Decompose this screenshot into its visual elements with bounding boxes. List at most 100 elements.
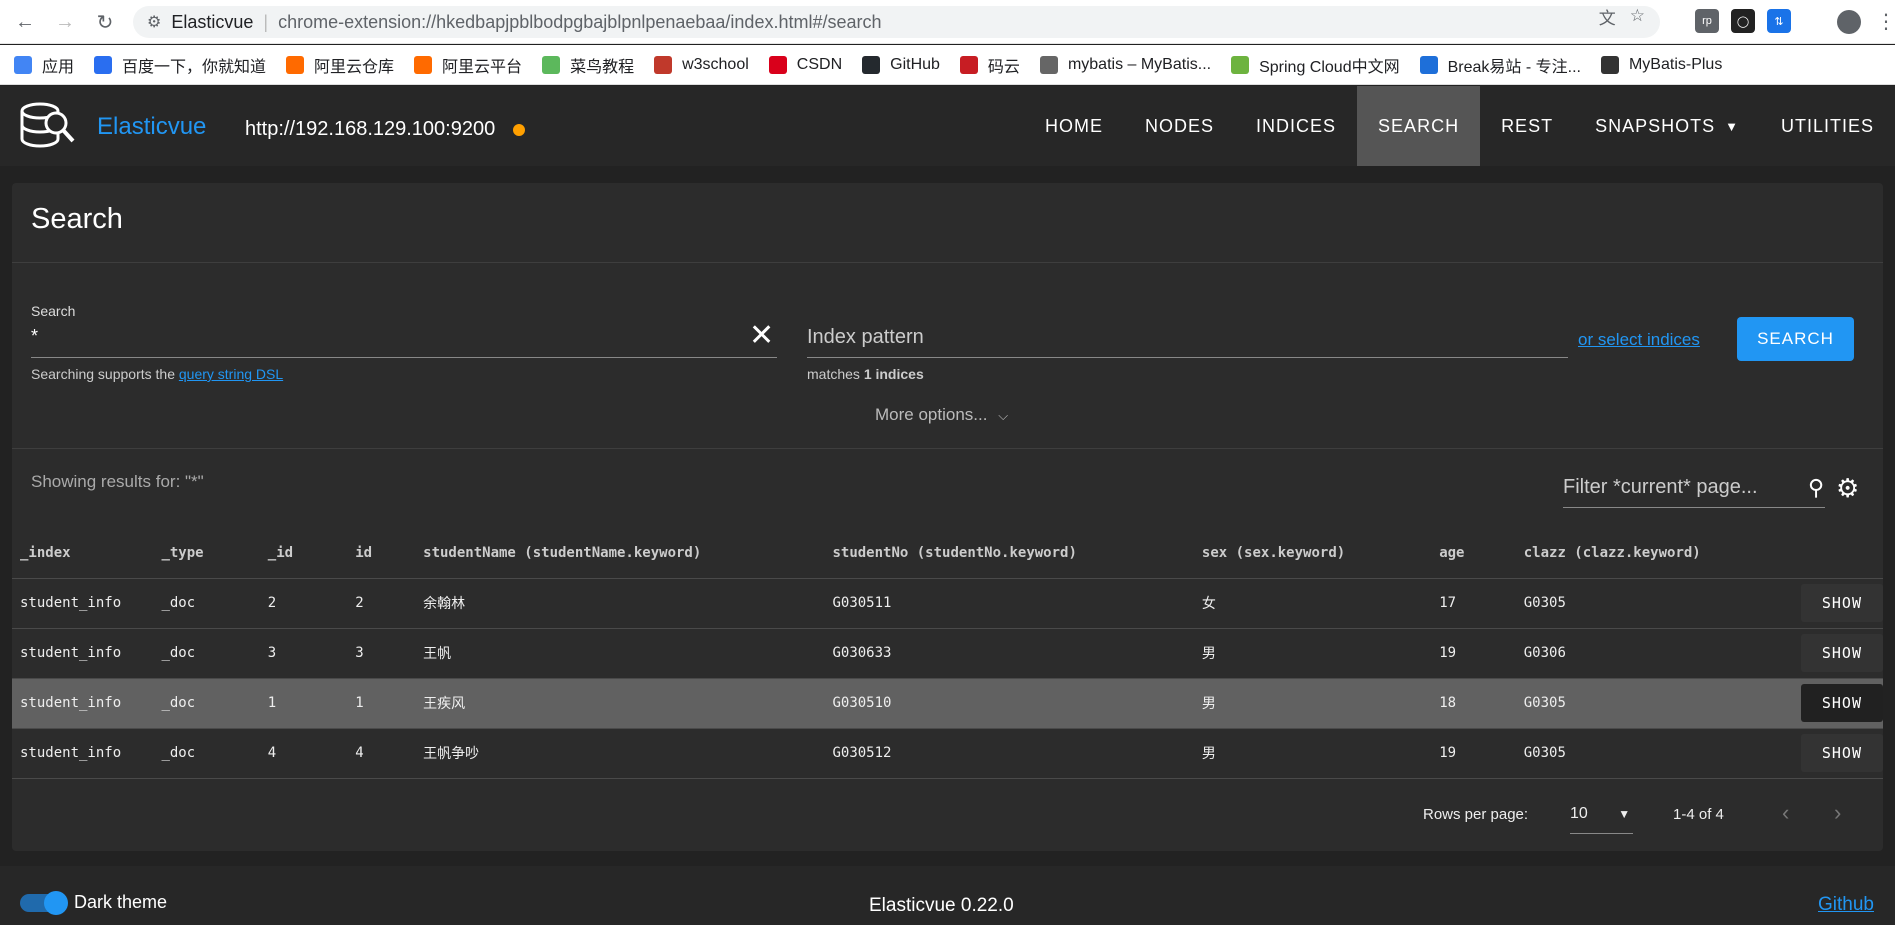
column-header[interactable]: _type xyxy=(153,528,260,579)
table-cell: 男 xyxy=(1193,628,1432,679)
bookmark-label: GitHub xyxy=(890,55,940,73)
back-icon[interactable]: ← xyxy=(12,9,38,35)
reload-icon[interactable]: ↻ xyxy=(92,9,118,35)
bookmark-item[interactable]: Break易站 - 专注... xyxy=(1419,53,1581,77)
extension-sync-icon[interactable]: ⇅ xyxy=(1767,9,1791,33)
app-title[interactable]: Elasticvue xyxy=(97,113,206,141)
app-bar: Elasticvue http://192.168.129.100:9200 H… xyxy=(0,86,1895,166)
column-header[interactable]: studentName (studentName.keyword) xyxy=(415,528,825,579)
table-cell: G030510 xyxy=(824,678,1194,729)
omnibox-actions: 文 ☆ xyxy=(1599,4,1645,29)
bookmark-item[interactable]: 阿里云仓库 xyxy=(286,53,394,77)
table-cell: G0305 xyxy=(1515,728,1793,779)
column-header[interactable]: age xyxy=(1431,528,1516,579)
table-cell: student_info xyxy=(12,578,154,629)
next-page-icon[interactable]: › xyxy=(1834,800,1841,826)
column-header[interactable]: studentNo (studentNo.keyword) xyxy=(824,528,1194,579)
rows-per-page-label: Rows per page: xyxy=(1423,806,1529,823)
column-header[interactable] xyxy=(1792,528,1883,579)
browser-toolbar: ← → ↻ ⚙ Elasticvue | chrome-extension://… xyxy=(0,0,1895,44)
app-version: Elasticvue 0.22.0 xyxy=(869,895,1014,916)
menu-kebab-icon[interactable]: ⋮ xyxy=(1876,10,1895,34)
rows-per-page-underline xyxy=(1570,833,1633,834)
bookmark-item[interactable]: w3school xyxy=(654,55,749,74)
bookmark-favicon-icon xyxy=(1231,55,1250,74)
column-header[interactable]: _index xyxy=(12,528,154,579)
extension-rp-icon[interactable]: rp xyxy=(1695,9,1719,33)
search-icon[interactable]: ⚲ xyxy=(1808,475,1824,501)
rows-per-page-select[interactable]: 10 ▼ xyxy=(1570,805,1630,823)
table-cell: 18 xyxy=(1431,678,1516,729)
nav-home[interactable]: HOME xyxy=(1024,86,1124,166)
translate-icon[interactable]: 文 xyxy=(1599,4,1616,29)
rows-per-page-value: 10 xyxy=(1570,805,1588,822)
table-row[interactable]: student_info _doc 4 4 王帆争吵 G030512 男 19 G0305 SHO… xyxy=(12,728,1883,779)
table-row[interactable]: student_info _doc 3 3 王帆 G030633 男 19 G0306 SHOW xyxy=(12,628,1883,679)
column-header[interactable]: clazz (clazz.keyword) xyxy=(1515,528,1793,579)
bookmark-label: mybatis – MyBatis... xyxy=(1067,55,1212,73)
table-header-row: _index _type _id id studentName (studentName… xyxy=(12,528,1883,579)
table-cell: student_info xyxy=(12,678,154,729)
nav-indices[interactable]: INDICES xyxy=(1235,86,1357,166)
table-cell: 女 xyxy=(1193,578,1432,629)
bookmark-favicon-icon xyxy=(1600,55,1619,74)
column-header[interactable]: _id xyxy=(259,528,348,579)
show-document-button[interactable]: SHOW xyxy=(1800,684,1883,722)
gear-icon[interactable]: ⚙ xyxy=(1836,473,1859,504)
address-bar[interactable]: ⚙ Elasticvue | chrome-extension://hkedba… xyxy=(133,6,1660,38)
bookmark-item[interactable]: Spring Cloud中文网 xyxy=(1231,53,1400,77)
show-document-button[interactable]: SHOW xyxy=(1800,634,1883,672)
bookmark-item[interactable]: CSDN xyxy=(768,55,842,74)
forward-icon[interactable]: → xyxy=(52,9,78,35)
matches-hint: matches 1 indices xyxy=(807,366,924,382)
nav-nodes[interactable]: NODES xyxy=(1124,86,1235,166)
nav-rest[interactable]: REST xyxy=(1480,86,1574,166)
bookmark-item[interactable]: 百度一下，你就知道 xyxy=(94,53,266,77)
bookmark-favicon-icon xyxy=(414,55,433,74)
table-row[interactable]: student_info _doc 1 1 王疾风 G030510 男 18 G0305 SHOW xyxy=(12,678,1883,729)
cluster-url[interactable]: http://192.168.129.100:9200 xyxy=(245,118,495,141)
bookmark-item[interactable]: GitHub xyxy=(862,55,940,74)
nav-label: SNAPSHOTS xyxy=(1595,115,1716,136)
more-options-label: More options... xyxy=(875,405,988,424)
table-cell: 王疾风 xyxy=(415,678,825,729)
bookmark-star-icon[interactable]: ☆ xyxy=(1630,6,1645,26)
dark-theme-toggle-knob[interactable] xyxy=(44,891,68,915)
nav-utilities[interactable]: UTILITIES xyxy=(1760,86,1895,166)
profile-avatar-icon[interactable] xyxy=(1837,10,1861,34)
bookmark-item[interactable]: mybatis – MyBatis... xyxy=(1039,55,1212,74)
bookmark-item[interactable]: 菜鸟教程 xyxy=(542,53,634,77)
bookmark-item[interactable]: 应用 xyxy=(14,53,74,77)
table-cell: student_info xyxy=(12,728,154,779)
show-document-button[interactable]: SHOW xyxy=(1800,584,1883,622)
nav-search[interactable]: SEARCH xyxy=(1357,86,1481,166)
column-header[interactable]: sex (sex.keyword) xyxy=(1193,528,1432,579)
index-pattern-input[interactable]: Index pattern xyxy=(807,326,924,349)
matches-count: 1 indices xyxy=(863,366,924,382)
github-link[interactable]: Github xyxy=(1818,894,1874,916)
bookmark-label: Spring Cloud中文网 xyxy=(1259,58,1400,76)
search-input[interactable]: * xyxy=(31,326,38,347)
more-options-toggle[interactable]: More options... ⌵ xyxy=(875,405,1008,425)
filter-input[interactable]: Filter *current* page... xyxy=(1563,476,1758,499)
show-document-button[interactable]: SHOW xyxy=(1800,734,1883,772)
select-indices-link[interactable]: or select indices xyxy=(1578,330,1700,350)
table-cell: 1 xyxy=(347,678,416,729)
bookmark-favicon-icon xyxy=(14,55,32,74)
bookmark-item[interactable]: 阿里云平台 xyxy=(414,53,522,77)
clear-search-icon[interactable]: ✕ xyxy=(749,321,774,351)
nav-snapshots[interactable]: SNAPSHOTS ▼ xyxy=(1574,86,1760,166)
bookmark-item[interactable]: MyBatis-Plus xyxy=(1600,55,1722,74)
query-dsl-link[interactable]: query string DSL xyxy=(179,366,283,382)
footer: Dark theme Elasticvue 0.22.0 Github xyxy=(0,866,1895,925)
column-header[interactable]: id xyxy=(347,528,416,579)
extension-circle-icon[interactable]: ◯ xyxy=(1731,9,1755,33)
bookmark-item[interactable]: 码云 xyxy=(959,53,1020,77)
table-row[interactable]: student_info _doc 2 2 余翰林 G030511 女 17 G0305 SHOW xyxy=(12,578,1883,629)
row-actions-cell: SHOW xyxy=(1792,728,1883,779)
dropdown-arrow-icon: ▼ xyxy=(1618,807,1631,821)
search-card: Search Search * ✕ Searching supports the… xyxy=(12,183,1883,851)
table-cell: _doc xyxy=(153,578,260,629)
prev-page-icon[interactable]: ‹ xyxy=(1782,800,1789,826)
search-button[interactable]: SEARCH xyxy=(1737,317,1854,361)
